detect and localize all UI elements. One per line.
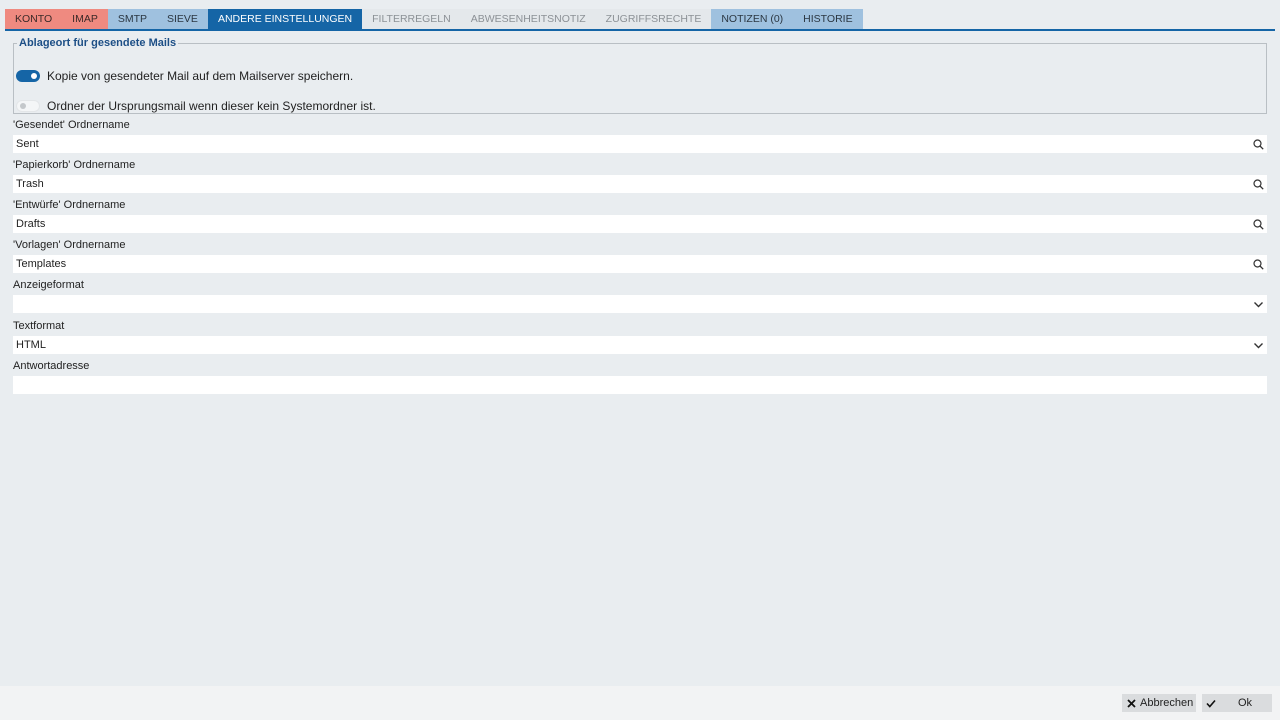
text-format-select[interactable]: HTML (13, 336, 1267, 354)
chevron-down-icon[interactable] (1249, 336, 1267, 354)
save-copy-label: Kopie von gesendeter Mail auf dem Mailse… (47, 69, 354, 83)
drafts-folder-label: 'Entwürfe' Ordnername (13, 199, 126, 211)
toggle-knob (20, 103, 26, 109)
trash-folder-label: 'Papierkorb' Ordnername (13, 159, 136, 171)
close-icon (1124, 698, 1138, 708)
templates-folder-value: Templates (16, 258, 67, 270)
search-icon[interactable] (1249, 175, 1267, 193)
reply-address-label: Antwortadresse (13, 360, 90, 372)
save-copy-row: Kopie von gesendeter Mail auf dem Mailse… (16, 68, 353, 84)
tab-sieve[interactable]: SIEVE (157, 9, 208, 29)
tab-zugriffsrechte[interactable]: ZUGRIFFSRECHTE (595, 9, 712, 29)
tab-underline (5, 29, 1275, 31)
chevron-down-icon[interactable] (1249, 295, 1267, 313)
drafts-folder-value: Drafts (16, 218, 46, 230)
trash-folder-field[interactable]: Trash (13, 175, 1267, 193)
tab-konto[interactable]: KONTO (5, 9, 63, 29)
account-settings-dialog: KONTO IMAP SMTP SIEVE ANDERE EINSTELLUNG… (0, 0, 1280, 720)
tab-historie[interactable]: HISTORIE (793, 9, 863, 29)
tab-andere-einstellungen[interactable]: ANDERE EINSTELLUNGEN (207, 9, 363, 29)
sent-folder-field[interactable]: Sent (13, 135, 1267, 153)
origin-folder-toggle[interactable] (16, 100, 40, 112)
templates-folder-label: 'Vorlagen' Ordnername (13, 239, 126, 251)
tab-imap[interactable]: IMAP (62, 9, 108, 29)
reply-address-input[interactable] (13, 376, 1267, 394)
sent-mail-location-group: Ablageort für gesendete Mails Kopie von … (13, 37, 1267, 114)
group-legend: Ablageort für gesendete Mails (19, 37, 177, 49)
sent-folder-label: 'Gesendet' Ordnername (13, 119, 130, 131)
text-format-label: Textformat (13, 320, 65, 332)
tab-notizen[interactable]: NOTIZEN (0) (711, 9, 794, 29)
trash-folder-value: Trash (16, 178, 44, 190)
dialog-footer: Abbrechen Ok (0, 686, 1280, 720)
search-icon[interactable] (1249, 255, 1267, 273)
search-icon[interactable] (1249, 215, 1267, 233)
sent-folder-value: Sent (16, 138, 39, 150)
display-format-select[interactable] (13, 295, 1267, 313)
tab-bar: KONTO IMAP SMTP SIEVE ANDERE EINSTELLUNG… (5, 9, 863, 29)
search-icon[interactable] (1249, 135, 1267, 153)
text-format-value: HTML (16, 339, 46, 351)
checkmark-icon (1204, 699, 1218, 708)
tab-filterregeln[interactable]: FILTERREGELN (362, 9, 461, 29)
cancel-label: Abbrechen (1140, 697, 1194, 709)
cancel-button[interactable]: Abbrechen (1122, 694, 1196, 712)
origin-folder-row: Ordner der Ursprungsmail wenn dieser kei… (16, 98, 376, 114)
toggle-knob (31, 73, 37, 79)
origin-folder-label: Ordner der Ursprungsmail wenn dieser kei… (47, 99, 376, 113)
tab-abwesenheitsnotiz[interactable]: ABWESENHEITSNOTIZ (460, 9, 596, 29)
templates-folder-field[interactable]: Templates (13, 255, 1267, 273)
save-copy-toggle[interactable] (16, 70, 40, 82)
ok-label: Ok (1238, 697, 1253, 709)
drafts-folder-field[interactable]: Drafts (13, 215, 1267, 233)
ok-button[interactable]: Ok (1202, 694, 1272, 712)
tab-smtp[interactable]: SMTP (107, 9, 157, 29)
display-format-label: Anzeigeformat (13, 279, 84, 291)
